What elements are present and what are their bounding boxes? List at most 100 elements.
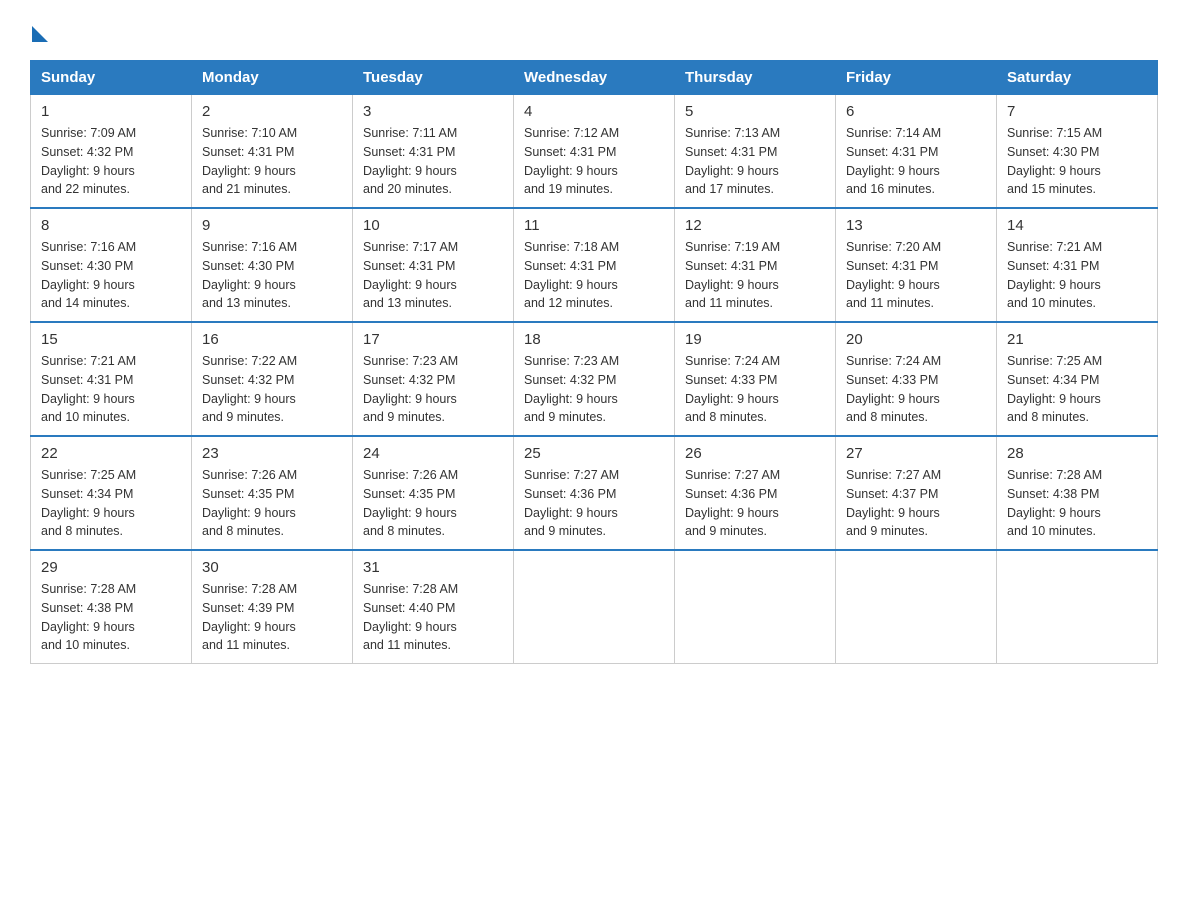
day-number: 29 <box>41 559 181 576</box>
day-info: Sunrise: 7:28 AMSunset: 4:39 PMDaylight:… <box>202 580 342 655</box>
day-info: Sunrise: 7:28 AMSunset: 4:38 PMDaylight:… <box>1007 466 1147 541</box>
day-info: Sunrise: 7:27 AMSunset: 4:36 PMDaylight:… <box>524 466 664 541</box>
day-number: 15 <box>41 331 181 348</box>
day-info: Sunrise: 7:18 AMSunset: 4:31 PMDaylight:… <box>524 238 664 313</box>
logo <box>30 20 48 40</box>
day-info: Sunrise: 7:26 AMSunset: 4:35 PMDaylight:… <box>363 466 503 541</box>
calendar-cell: 18 Sunrise: 7:23 AMSunset: 4:32 PMDaylig… <box>514 322 675 436</box>
day-info: Sunrise: 7:19 AMSunset: 4:31 PMDaylight:… <box>685 238 825 313</box>
day-number: 3 <box>363 103 503 120</box>
day-info: Sunrise: 7:16 AMSunset: 4:30 PMDaylight:… <box>41 238 181 313</box>
day-number: 4 <box>524 103 664 120</box>
page-header <box>30 20 1158 40</box>
calendar-cell <box>514 550 675 664</box>
day-number: 19 <box>685 331 825 348</box>
day-info: Sunrise: 7:20 AMSunset: 4:31 PMDaylight:… <box>846 238 986 313</box>
day-number: 13 <box>846 217 986 234</box>
day-info: Sunrise: 7:09 AMSunset: 4:32 PMDaylight:… <box>41 124 181 199</box>
day-number: 10 <box>363 217 503 234</box>
day-info: Sunrise: 7:24 AMSunset: 4:33 PMDaylight:… <box>846 352 986 427</box>
header-saturday: Saturday <box>997 61 1158 95</box>
calendar-cell: 3 Sunrise: 7:11 AMSunset: 4:31 PMDayligh… <box>353 95 514 209</box>
calendar-week-1: 1 Sunrise: 7:09 AMSunset: 4:32 PMDayligh… <box>31 95 1158 209</box>
calendar-cell: 7 Sunrise: 7:15 AMSunset: 4:30 PMDayligh… <box>997 95 1158 209</box>
header-thursday: Thursday <box>675 61 836 95</box>
calendar-cell: 21 Sunrise: 7:25 AMSunset: 4:34 PMDaylig… <box>997 322 1158 436</box>
day-number: 9 <box>202 217 342 234</box>
day-number: 20 <box>846 331 986 348</box>
day-info: Sunrise: 7:10 AMSunset: 4:31 PMDaylight:… <box>202 124 342 199</box>
calendar-cell: 10 Sunrise: 7:17 AMSunset: 4:31 PMDaylig… <box>353 208 514 322</box>
calendar-cell: 19 Sunrise: 7:24 AMSunset: 4:33 PMDaylig… <box>675 322 836 436</box>
day-number: 1 <box>41 103 181 120</box>
calendar-cell: 9 Sunrise: 7:16 AMSunset: 4:30 PMDayligh… <box>192 208 353 322</box>
day-info: Sunrise: 7:23 AMSunset: 4:32 PMDaylight:… <box>524 352 664 427</box>
day-number: 14 <box>1007 217 1147 234</box>
calendar-cell: 12 Sunrise: 7:19 AMSunset: 4:31 PMDaylig… <box>675 208 836 322</box>
calendar-cell <box>675 550 836 664</box>
calendar-cell: 14 Sunrise: 7:21 AMSunset: 4:31 PMDaylig… <box>997 208 1158 322</box>
day-number: 5 <box>685 103 825 120</box>
header-wednesday: Wednesday <box>514 61 675 95</box>
day-number: 16 <box>202 331 342 348</box>
day-number: 22 <box>41 445 181 462</box>
day-info: Sunrise: 7:21 AMSunset: 4:31 PMDaylight:… <box>41 352 181 427</box>
header-row: Sunday Monday Tuesday Wednesday Thursday… <box>31 61 1158 95</box>
day-number: 2 <box>202 103 342 120</box>
calendar-cell: 29 Sunrise: 7:28 AMSunset: 4:38 PMDaylig… <box>31 550 192 664</box>
calendar-cell: 28 Sunrise: 7:28 AMSunset: 4:38 PMDaylig… <box>997 436 1158 550</box>
day-number: 24 <box>363 445 503 462</box>
day-info: Sunrise: 7:17 AMSunset: 4:31 PMDaylight:… <box>363 238 503 313</box>
calendar-cell: 16 Sunrise: 7:22 AMSunset: 4:32 PMDaylig… <box>192 322 353 436</box>
day-number: 6 <box>846 103 986 120</box>
calendar-week-2: 8 Sunrise: 7:16 AMSunset: 4:30 PMDayligh… <box>31 208 1158 322</box>
calendar-cell: 15 Sunrise: 7:21 AMSunset: 4:31 PMDaylig… <box>31 322 192 436</box>
calendar-week-4: 22 Sunrise: 7:25 AMSunset: 4:34 PMDaylig… <box>31 436 1158 550</box>
day-info: Sunrise: 7:14 AMSunset: 4:31 PMDaylight:… <box>846 124 986 199</box>
day-number: 25 <box>524 445 664 462</box>
calendar-week-3: 15 Sunrise: 7:21 AMSunset: 4:31 PMDaylig… <box>31 322 1158 436</box>
calendar-cell: 11 Sunrise: 7:18 AMSunset: 4:31 PMDaylig… <box>514 208 675 322</box>
calendar-cell: 4 Sunrise: 7:12 AMSunset: 4:31 PMDayligh… <box>514 95 675 209</box>
day-info: Sunrise: 7:15 AMSunset: 4:30 PMDaylight:… <box>1007 124 1147 199</box>
day-number: 23 <box>202 445 342 462</box>
calendar-cell: 6 Sunrise: 7:14 AMSunset: 4:31 PMDayligh… <box>836 95 997 209</box>
calendar-header: Sunday Monday Tuesday Wednesday Thursday… <box>31 61 1158 95</box>
calendar-cell: 25 Sunrise: 7:27 AMSunset: 4:36 PMDaylig… <box>514 436 675 550</box>
calendar-cell: 5 Sunrise: 7:13 AMSunset: 4:31 PMDayligh… <box>675 95 836 209</box>
day-number: 7 <box>1007 103 1147 120</box>
header-monday: Monday <box>192 61 353 95</box>
calendar-cell: 22 Sunrise: 7:25 AMSunset: 4:34 PMDaylig… <box>31 436 192 550</box>
day-number: 11 <box>524 217 664 234</box>
day-info: Sunrise: 7:26 AMSunset: 4:35 PMDaylight:… <box>202 466 342 541</box>
logo-arrow-icon <box>32 26 48 42</box>
calendar-cell <box>997 550 1158 664</box>
calendar-cell: 27 Sunrise: 7:27 AMSunset: 4:37 PMDaylig… <box>836 436 997 550</box>
calendar-cell: 2 Sunrise: 7:10 AMSunset: 4:31 PMDayligh… <box>192 95 353 209</box>
calendar-cell: 31 Sunrise: 7:28 AMSunset: 4:40 PMDaylig… <box>353 550 514 664</box>
day-number: 28 <box>1007 445 1147 462</box>
day-number: 17 <box>363 331 503 348</box>
calendar-body: 1 Sunrise: 7:09 AMSunset: 4:32 PMDayligh… <box>31 95 1158 664</box>
calendar-cell: 13 Sunrise: 7:20 AMSunset: 4:31 PMDaylig… <box>836 208 997 322</box>
day-info: Sunrise: 7:22 AMSunset: 4:32 PMDaylight:… <box>202 352 342 427</box>
header-friday: Friday <box>836 61 997 95</box>
day-number: 26 <box>685 445 825 462</box>
day-info: Sunrise: 7:12 AMSunset: 4:31 PMDaylight:… <box>524 124 664 199</box>
day-info: Sunrise: 7:27 AMSunset: 4:36 PMDaylight:… <box>685 466 825 541</box>
day-info: Sunrise: 7:27 AMSunset: 4:37 PMDaylight:… <box>846 466 986 541</box>
header-sunday: Sunday <box>31 61 192 95</box>
day-info: Sunrise: 7:25 AMSunset: 4:34 PMDaylight:… <box>41 466 181 541</box>
day-info: Sunrise: 7:28 AMSunset: 4:38 PMDaylight:… <box>41 580 181 655</box>
day-number: 8 <box>41 217 181 234</box>
day-info: Sunrise: 7:28 AMSunset: 4:40 PMDaylight:… <box>363 580 503 655</box>
day-info: Sunrise: 7:11 AMSunset: 4:31 PMDaylight:… <box>363 124 503 199</box>
day-number: 31 <box>363 559 503 576</box>
calendar-week-5: 29 Sunrise: 7:28 AMSunset: 4:38 PMDaylig… <box>31 550 1158 664</box>
day-number: 21 <box>1007 331 1147 348</box>
day-info: Sunrise: 7:23 AMSunset: 4:32 PMDaylight:… <box>363 352 503 427</box>
calendar-cell <box>836 550 997 664</box>
day-number: 27 <box>846 445 986 462</box>
day-number: 18 <box>524 331 664 348</box>
calendar-table: Sunday Monday Tuesday Wednesday Thursday… <box>30 60 1158 664</box>
